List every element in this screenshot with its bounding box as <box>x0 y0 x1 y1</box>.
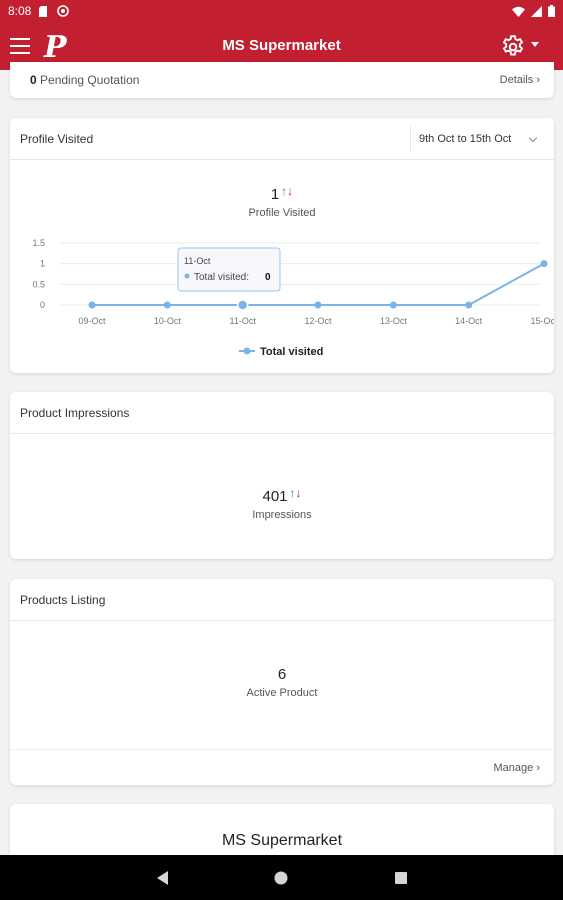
y-tick-label: 0 <box>40 300 45 310</box>
impressions-value: 401 <box>262 488 288 505</box>
tooltip-value: 0 <box>265 272 271 283</box>
manage-row: Manage › <box>10 749 554 785</box>
details-link[interactable]: Details › <box>500 74 540 86</box>
legend-label: Total visited <box>260 346 323 358</box>
active-product-stat: 6 Active Product <box>10 666 554 699</box>
notification-icon <box>57 5 70 17</box>
signal-icon <box>531 5 542 17</box>
active-product-value: 6 <box>277 666 287 683</box>
wifi-icon <box>512 6 525 17</box>
pending-quotation-card: 0 Pending Quotation Details › <box>10 62 554 98</box>
date-range-select[interactable]: 9th Oct to 15th Oct <box>410 126 544 152</box>
profile-visited-card: Profile Visited 9th Oct to 15th Oct 1 ↑↓ … <box>10 118 554 373</box>
battery-icon <box>548 5 555 17</box>
back-icon[interactable] <box>155 870 169 886</box>
x-tick-label: 09-Oct <box>78 316 106 326</box>
products-listing-card: Products Listing 6 Active Product Manage… <box>10 579 554 785</box>
product-impressions-card: Product Impressions 401 ↑↓ Impressions <box>10 392 554 559</box>
chart-legend: Total visited <box>239 346 323 358</box>
system-navigation-bar <box>0 855 563 900</box>
profile-visited-value: 1 <box>270 186 280 203</box>
settings-gear-icon[interactable] <box>500 34 526 60</box>
data-point[interactable] <box>314 301 322 309</box>
chevron-down-icon <box>528 133 538 143</box>
data-point[interactable] <box>163 301 171 309</box>
y-tick-label: 1.5 <box>32 238 45 248</box>
products-listing-title: Products Listing <box>20 592 106 607</box>
x-tick-label: 13-Oct <box>380 316 408 326</box>
status-time: 8:08 <box>8 4 32 18</box>
pending-quotation-text: 0 Pending Quotation <box>30 73 139 87</box>
y-tick-label: 0.5 <box>32 279 45 289</box>
profile-visited-label: Profile Visited <box>248 207 316 219</box>
tooltip-label: Total visited: <box>194 272 249 283</box>
x-tick-label: 14-Oct <box>455 316 483 326</box>
x-tick-label: 12-Oct <box>304 316 332 326</box>
impressions-label: Impressions <box>252 509 312 521</box>
trend-arrows-icon: ↑↓ <box>289 486 302 500</box>
pending-count: 0 <box>30 73 37 87</box>
y-tick-label: 1 <box>40 259 45 269</box>
status-bar: 8:08 <box>0 0 563 22</box>
data-point[interactable] <box>540 260 548 268</box>
home-icon[interactable] <box>273 870 289 886</box>
data-point[interactable] <box>465 301 473 309</box>
data-point[interactable] <box>236 299 249 311</box>
chart-tooltip: 11-Oct Total visited: 0 <box>177 247 281 292</box>
data-point[interactable] <box>389 301 397 309</box>
profile-visited-title: Profile Visited <box>20 131 94 146</box>
pending-label: Pending Quotation <box>40 73 140 87</box>
x-tick-label: 15-Oct <box>530 316 554 326</box>
x-tick-label: 10-Oct <box>154 316 182 326</box>
product-impressions-title: Product Impressions <box>20 405 130 420</box>
sd-card-icon <box>39 5 48 17</box>
trend-arrows-icon: ↑↓ <box>281 184 294 198</box>
x-tick-label: 11-Oct <box>229 316 256 326</box>
impressions-stat: 401 ↑↓ Impressions <box>10 486 554 521</box>
profile-visited-chart: 1.5 1 0.5 0 09-Oct 10-Oct 11-Oct 12-Oct 13-Oct 1… <box>32 238 554 358</box>
recents-icon[interactable] <box>394 871 408 885</box>
products-listing-header: Products Listing <box>10 579 554 621</box>
product-impressions-header: Product Impressions <box>10 392 554 434</box>
date-range-value: 9th Oct to 15th Oct <box>419 133 512 145</box>
tooltip-date: 11-Oct <box>184 256 211 266</box>
data-point[interactable] <box>88 301 96 309</box>
app-title: MS Supermarket <box>222 37 341 54</box>
settings-dropdown-caret-icon[interactable] <box>531 42 539 47</box>
manage-link[interactable]: Manage › <box>494 762 540 774</box>
active-product-label: Active Product <box>246 687 318 699</box>
profile-visited-stat: 1 ↑↓ Profile Visited <box>10 184 554 219</box>
store-name: MS Supermarket <box>221 832 343 849</box>
legend-marker-icon <box>243 347 251 355</box>
